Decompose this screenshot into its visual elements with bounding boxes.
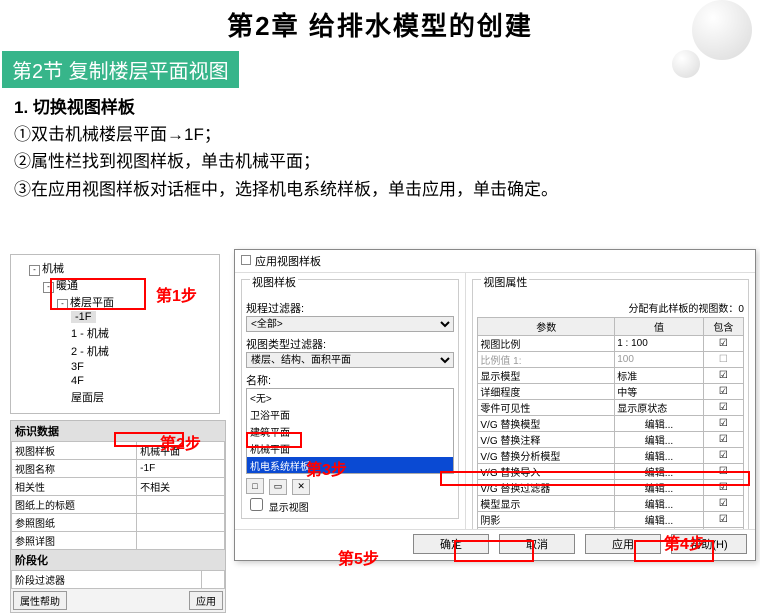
table-row[interactable]: 零件可见性显示原状态☑ bbox=[478, 400, 744, 416]
tree-item[interactable]: -1F bbox=[71, 310, 215, 324]
tree-item[interactable]: 2 - 机械 bbox=[71, 342, 215, 360]
template-list-item[interactable]: 机电系统样板 bbox=[247, 457, 453, 474]
show-views-checkbox[interactable]: 显示视图 bbox=[246, 501, 309, 516]
table-row[interactable]: 视图比例1 : 100☑ bbox=[478, 336, 744, 352]
view-props-table: 参数 值 包含 视图比例1 : 100☑比例值 1:100☐显示模型标准☑详细程… bbox=[477, 317, 744, 529]
decor-bubble bbox=[692, 0, 752, 60]
rule-filter-label: 规程过滤器: bbox=[246, 300, 454, 316]
prop-row[interactable]: 图纸上的标题 bbox=[12, 496, 225, 514]
prop-row[interactable]: 参照图纸 bbox=[12, 514, 225, 532]
tree-toggle-icon[interactable]: - bbox=[29, 265, 40, 276]
template-list[interactable]: <无>卫浴平面建筑平面机械平面机电系统样板电气平面 bbox=[246, 388, 454, 474]
step-1-label: 第1步 bbox=[156, 282, 197, 306]
new-template-button[interactable]: □ bbox=[246, 478, 264, 494]
left-group-title: 视图样板 bbox=[250, 274, 298, 290]
highlight-list bbox=[246, 432, 302, 448]
prop-help-button[interactable]: 属性帮助 bbox=[13, 591, 67, 610]
prop-row[interactable]: 参照详图 bbox=[12, 532, 225, 550]
prop-row[interactable]: 视图名称-1F bbox=[12, 460, 225, 478]
prop-apply-button[interactable]: 应用 bbox=[189, 591, 223, 610]
rule-filter-select[interactable]: <全部> bbox=[246, 316, 454, 332]
dialog-title: 应用视图样板 bbox=[255, 256, 321, 268]
table-row[interactable]: V/G 替换模型编辑...☑ bbox=[478, 416, 744, 432]
tree-item[interactable]: 4F bbox=[71, 374, 215, 388]
prop-table: 视图样板机械平面视图名称-1F相关性不相关图纸上的标题参照图纸参照详图 bbox=[11, 441, 225, 550]
prop-group-header2: 阶段化 bbox=[11, 550, 225, 570]
table-row[interactable]: 详细程度中等☑ bbox=[478, 384, 744, 400]
table-row[interactable]: V/G 替换注释编辑...☑ bbox=[478, 432, 744, 448]
table-row[interactable]: 比例值 1:100☐ bbox=[478, 352, 744, 368]
assigned-count: 分配有此样板的视图数：0 bbox=[477, 300, 744, 317]
decor-bubble bbox=[672, 50, 700, 78]
name-label: 名称: bbox=[246, 372, 454, 388]
table-row[interactable]: 模型显示编辑...☑ bbox=[478, 496, 744, 512]
tree-item[interactable]: 3F bbox=[71, 360, 215, 374]
tree-root[interactable]: 机械 bbox=[42, 263, 64, 275]
step-5-label: 第5步 bbox=[338, 545, 379, 569]
tree-item[interactable]: 1 - 机械 bbox=[71, 324, 215, 342]
highlight-tree bbox=[50, 278, 146, 310]
right-group-title: 视图属性 bbox=[481, 274, 529, 290]
apply-view-template-dialog: 应用视图样板 视图样板 规程过滤器: <全部> 视图类型过滤器: 楼层、结构、面… bbox=[234, 249, 756, 561]
edit-template-button[interactable]: ▭ bbox=[269, 479, 287, 495]
instructions: 1. 切换视图样板 ①双击机械楼层平面→1F； ②属性栏找到视图样板，单击机械平… bbox=[0, 94, 760, 203]
highlight-apply bbox=[634, 540, 714, 562]
delete-template-button[interactable]: ✕ bbox=[292, 479, 310, 495]
dialog-titlebar[interactable]: 应用视图样板 bbox=[235, 250, 755, 273]
chapter-title: 第2章 给排水模型的创建 bbox=[0, 0, 760, 49]
section-title: 第2节 复制楼层平面视图 bbox=[2, 51, 239, 88]
type-filter-select[interactable]: 楼层、结构、面积平面 bbox=[246, 352, 454, 368]
table-row[interactable]: V/G 替换分析模型编辑...☑ bbox=[478, 448, 744, 464]
prop-row[interactable]: 相关性不相关 bbox=[12, 478, 225, 496]
highlight-filter-row bbox=[440, 471, 750, 486]
app-icon bbox=[241, 255, 251, 265]
table-row[interactable]: 显示模型标准☑ bbox=[478, 368, 744, 384]
highlight-ok bbox=[454, 540, 534, 562]
tree-item[interactable]: 屋面层 bbox=[71, 388, 215, 406]
type-filter-label: 视图类型过滤器: bbox=[246, 336, 454, 352]
table-row[interactable]: 阴影编辑...☑ bbox=[478, 512, 744, 528]
highlight-prop bbox=[114, 432, 184, 447]
template-list-item[interactable]: <无> bbox=[247, 389, 453, 406]
template-list-item[interactable]: 卫浴平面 bbox=[247, 406, 453, 423]
step-3-label: 第3步 bbox=[306, 456, 347, 480]
table-row[interactable]: 勾绘线编辑...☑ bbox=[478, 528, 744, 530]
prop-table2: 阶段过滤器 bbox=[11, 570, 225, 589]
